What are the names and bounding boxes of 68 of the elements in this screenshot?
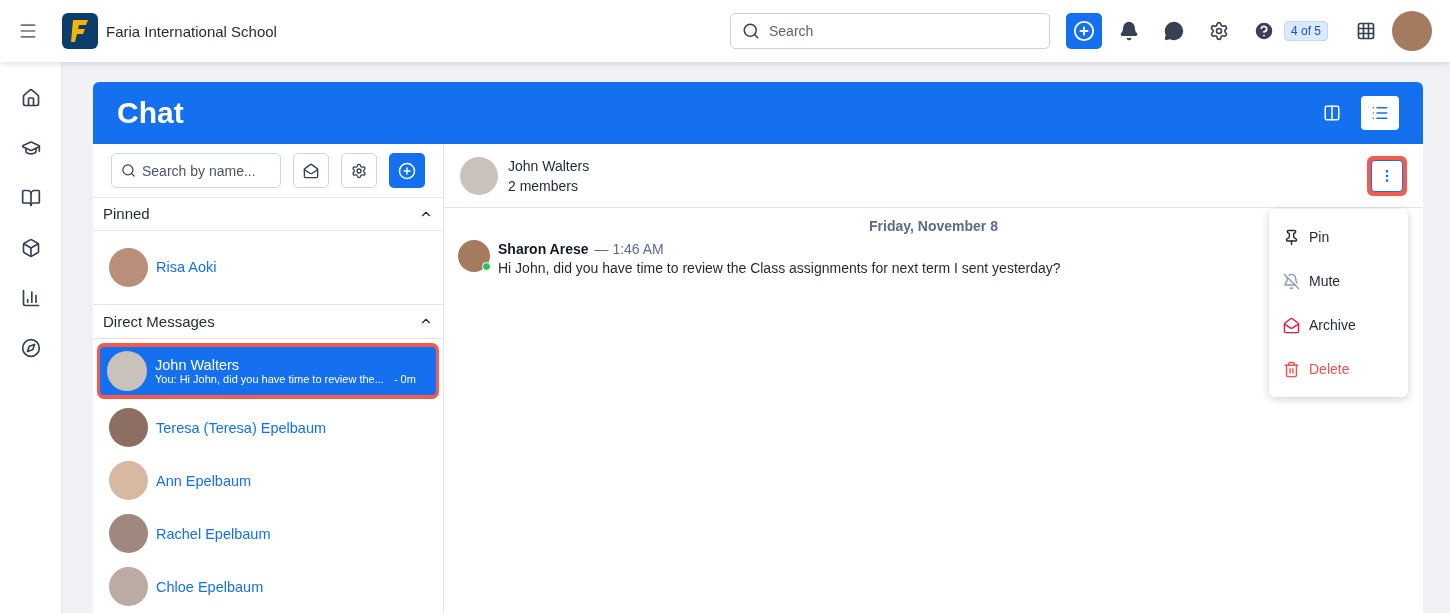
more-button[interactable] [1371,159,1403,192]
search-field[interactable]: Search by name... [111,153,281,188]
contact-name: Teresa (Teresa) Epelbaum [156,419,327,436]
list-icon [1371,104,1389,122]
graduation-cap-icon[interactable] [20,138,41,158]
date-divider: Friday, November 8 [868,218,999,234]
chat-bubble-icon [1163,21,1184,41]
plus-circle-icon [398,161,416,180]
conversation-item[interactable]: Chloe Epelbaum [109,567,427,606]
contact-name: John Walters [155,357,241,373]
message-preview: You: Hi John, did you have time to review the... [155,373,384,385]
menu-item[interactable]: Pin [1269,215,1408,259]
avatar [109,514,148,553]
list-view-button[interactable] [1361,96,1399,130]
envelope-icon [1283,316,1300,334]
grid-icon [1356,21,1376,41]
avatar [109,567,148,606]
contact-name: Ann Epelbaum [156,472,252,489]
menu-icon[interactable] [18,21,38,41]
school-logo[interactable] [62,13,98,49]
conversation-item[interactable]: John Walters You: Hi John, did you have time to review the... - 0m [100,347,436,395]
member-count: 2 members [508,176,580,196]
box-icon[interactable] [20,238,41,258]
message-time: - 0m [393,373,416,385]
avatar [107,351,147,391]
message-text: Hi John, did you have time to review the Class assignments for next term I sent yesterday? [498,260,1061,276]
menu-item[interactable]: Delete [1269,347,1408,391]
school-name: Faria International School [106,22,277,40]
compass-icon[interactable] [20,338,41,358]
archive-button[interactable] [293,153,329,188]
message-time: — 1:46 AM [594,241,664,257]
contact-name: Risa Aoki [156,259,217,276]
conversation-item[interactable]: Risa Aoki [109,247,427,287]
conversation-name: John Walters [508,156,590,176]
settings-icon [351,162,367,179]
avatar [109,408,148,447]
columns-icon [1323,104,1341,122]
new-chat-button[interactable] [389,153,425,188]
search-field[interactable]: Search [729,13,1050,49]
search-icon [741,22,760,40]
help-progress-badge[interactable]: 4 of 5 [1283,21,1328,41]
trash-icon [1283,360,1300,378]
envelope-icon [303,162,319,179]
book-icon[interactable] [20,188,41,208]
avatar [460,156,498,195]
search-icon [121,163,136,178]
avatar [109,247,148,287]
conversation-item[interactable]: Ann Epelbaum [109,461,427,500]
bar-chart-icon[interactable] [20,288,41,308]
bell-off-icon [1283,272,1300,290]
conversation-item[interactable]: Teresa (Teresa) Epelbaum [109,408,427,447]
settings-button[interactable] [341,153,377,188]
contact-name: Chloe Epelbaum [156,578,264,595]
pin-icon [1283,228,1300,246]
bell-icon [1118,21,1139,41]
contact-name: Rachel Epelbaum [156,525,271,542]
menu-item[interactable]: Mute [1269,259,1408,303]
conversation-item[interactable]: Rachel Epelbaum [109,514,427,553]
menu-item[interactable]: Archive [1269,303,1408,347]
help-icon [1252,20,1275,42]
avatar [109,461,148,500]
home-icon[interactable] [20,88,41,108]
add-button[interactable] [1065,13,1102,49]
page-title: Chat [117,96,184,130]
plus-circle-icon [1072,20,1095,42]
user-avatar[interactable] [1392,11,1432,51]
settings-icon [1208,21,1229,41]
message-author: Sharon Arese [498,241,589,257]
